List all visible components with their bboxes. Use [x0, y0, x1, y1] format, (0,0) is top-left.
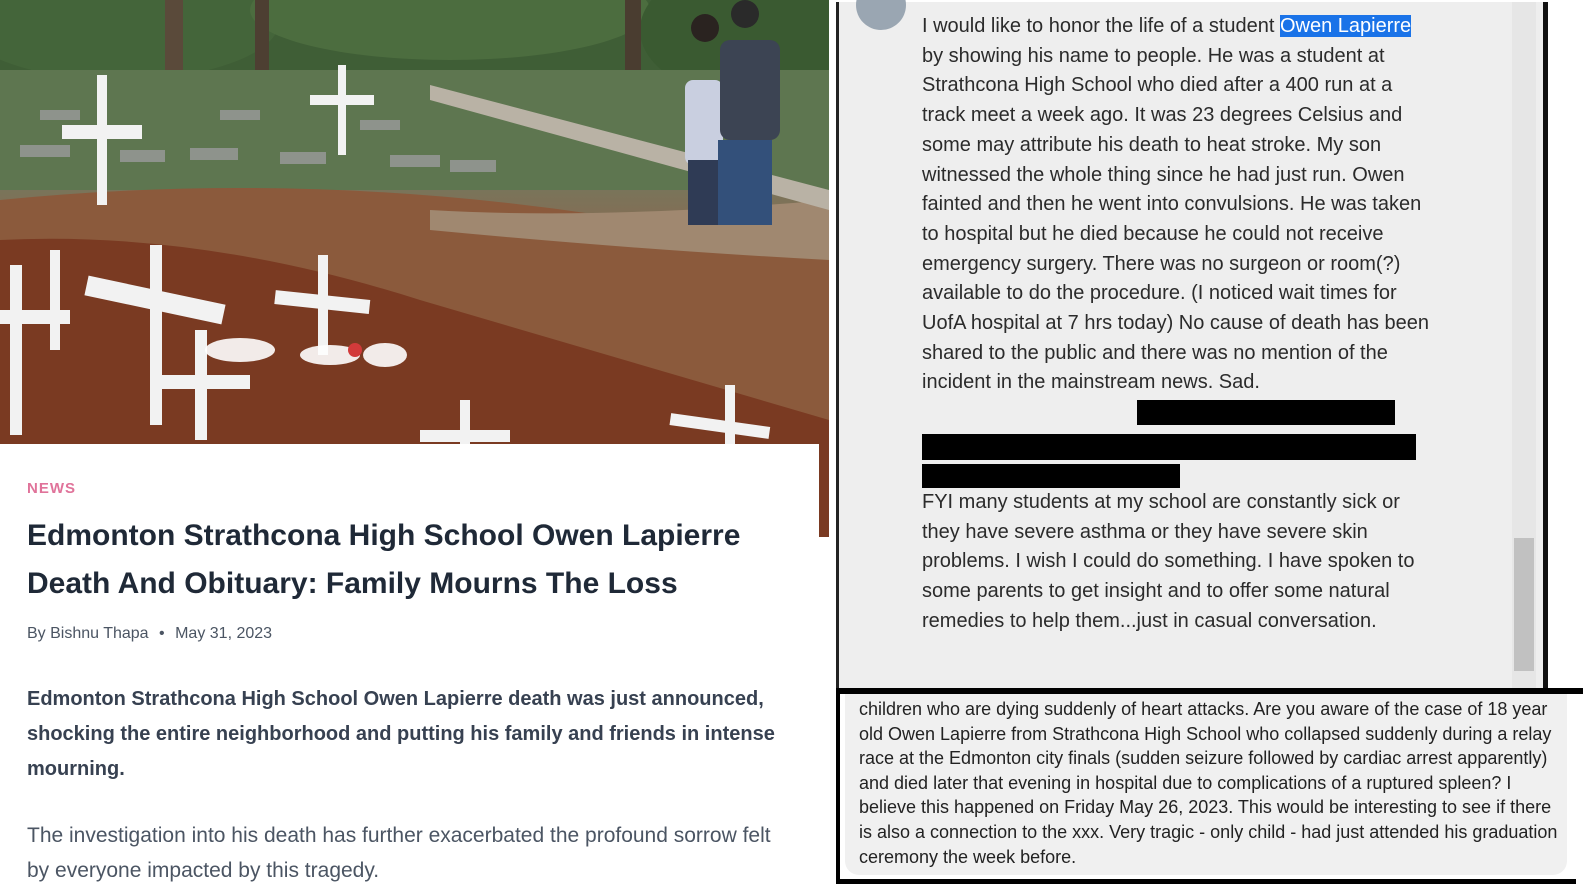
author-link[interactable]: Bishnu Thapa: [50, 625, 148, 642]
article-date: May 31, 2023: [175, 625, 273, 642]
article-category[interactable]: NEWS: [27, 480, 76, 497]
redaction-bar: [922, 464, 1180, 488]
article-headline: Edmonton Strathcona High School Owen Lap…: [27, 519, 741, 600]
comment-second-paragraph: FYI many students at my school are const…: [922, 491, 1415, 632]
article-lead: Edmonton Strathcona High School Owen Lap…: [27, 688, 775, 780]
article-body: The investigation into his death has fur…: [27, 824, 771, 882]
comment-text-rest: by showing his name to people. He was a …: [922, 44, 1429, 394]
byline-separator: •: [159, 625, 165, 642]
redaction-bar: [1137, 400, 1395, 425]
highlighted-name: Owen Lapierre: [1280, 15, 1412, 37]
scrollbar-thumb[interactable]: [1514, 538, 1534, 671]
redaction-bar: [922, 434, 1416, 460]
byline-prefix: By: [27, 625, 46, 642]
comment-two-body: children who are dying suddenly of heart…: [859, 699, 1558, 867]
comment-body: I would like to honor the life of a stud…: [922, 12, 1432, 398]
comment-text-start: I would like to honor the life of a stud…: [922, 15, 1280, 37]
article-byline: By Bishnu Thapa • May 31, 2023: [27, 625, 272, 643]
